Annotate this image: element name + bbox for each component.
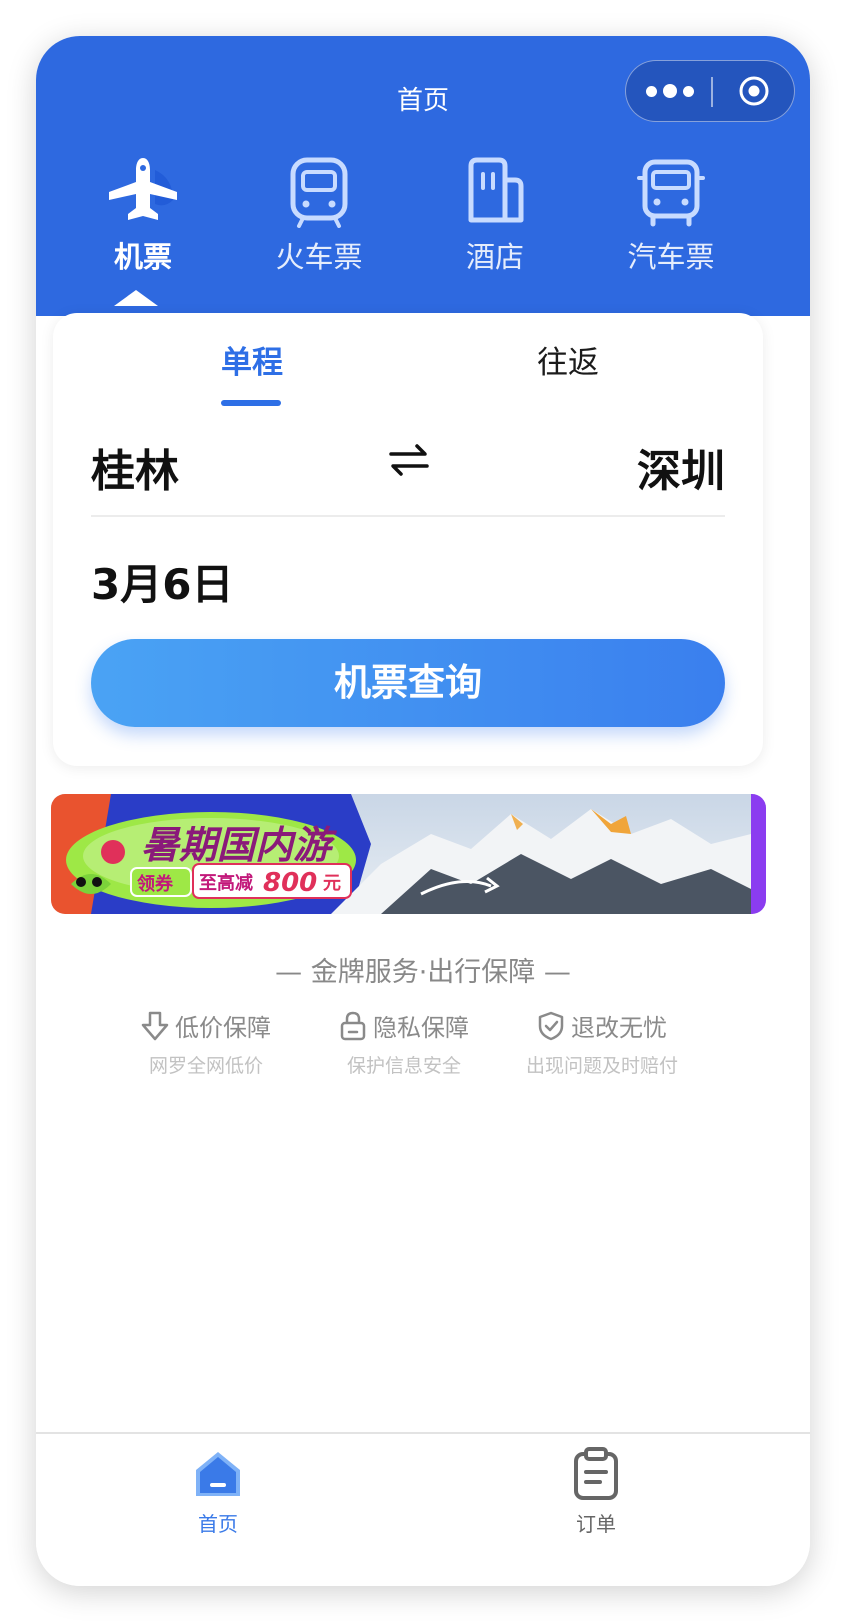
airplane-icon [109,158,177,220]
category-label: 机票 [113,240,172,274]
departure-city[interactable]: 桂林 [91,435,179,499]
hotel-icon [468,157,524,223]
target-icon[interactable] [738,75,770,107]
clipboard-icon [574,1447,618,1500]
train-icon [290,157,348,228]
swap-arrows-icon[interactable] [387,440,431,480]
banner-coupon-tag: 领券 [137,873,174,895]
category-bus[interactable]: 汽车票 [601,156,741,276]
category-nav: 机票 火车票 酒店 汽车票 [36,156,810,306]
down-arrow-icon [141,1011,169,1040]
banner-discount-unit: 元 [323,873,341,894]
feature-name: 隐私保障 [373,1014,469,1042]
feature-desc: 保护信息安全 [346,1055,461,1077]
category-train[interactable]: 火车票 [249,156,389,276]
tabbar-label: 首页 [198,1512,238,1536]
tab-underline [221,400,281,406]
bottom-tab-bar: 首页 订单 [36,1432,810,1586]
category-hotel[interactable]: 酒店 [425,156,565,276]
guarantee-title: — 金牌服务·出行保障 — [275,957,571,988]
tabbar-label: 订单 [576,1512,616,1536]
home-icon [196,1452,240,1496]
feature-refund: 退改无忧 出现问题及时赔付 [502,1008,702,1078]
feature-low-price: 低价保障 网罗全网低价 [106,1008,306,1078]
promo-banner[interactable]: 暑期国内游 领券 至高减 800 元 [51,794,766,914]
tabbar-home[interactable]: 首页 [158,1446,278,1537]
capsule-divider [711,77,713,107]
bus-icon [637,159,705,227]
divider [91,515,725,517]
flight-search-card: 单程 往返 桂林 深圳 3月6日 机票查询 [53,313,763,766]
phone-frame: 首页 机票 火车票 酒店 汽车票 单程 往返 桂林 深圳 3月6日 机票查询 暑… [36,36,810,1586]
arrival-city[interactable]: 深圳 [637,435,725,499]
header: 首页 机票 火车票 酒店 汽车票 [36,36,810,316]
category-label: 汽车票 [627,240,715,274]
tab-one-way[interactable]: 单程 [221,337,283,382]
lock-icon [340,1011,366,1040]
more-dots-icon[interactable] [646,61,694,121]
category-flight[interactable]: 机票 [73,156,213,276]
feature-desc: 网罗全网低价 [148,1055,263,1077]
banner-headline: 暑期国内游 [141,823,337,867]
tabbar-orders[interactable]: 订单 [536,1446,656,1537]
tab-round-trip[interactable]: 往返 [537,337,599,382]
category-label: 火车票 [275,240,363,274]
promo-banner-image: 暑期国内游 领券 至高减 800 元 [51,794,766,914]
flight-search-button[interactable]: 机票查询 [91,639,725,727]
category-label: 酒店 [465,240,524,274]
banner-discount-amount: 800 [263,868,317,898]
feature-name: 低价保障 [175,1014,271,1042]
feature-name: 退改无忧 [571,1014,667,1042]
mini-program-capsule [625,60,795,122]
shield-check-icon [538,1011,564,1040]
banner-discount-text: 至高减 [199,872,253,894]
departure-date[interactable]: 3月6日 [91,551,233,612]
feature-privacy: 隐私保障 保护信息安全 [304,1008,504,1078]
feature-desc: 出现问题及时赔付 [525,1055,678,1077]
active-category-pointer [114,290,158,306]
